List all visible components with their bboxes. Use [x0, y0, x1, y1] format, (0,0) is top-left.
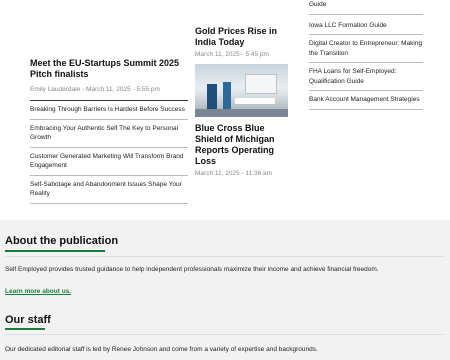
- article-title-gold-prices[interactable]: Gold Prices Rise in India Today: [195, 26, 290, 48]
- about-heading: About the publication: [5, 235, 119, 247]
- staff-heading: Our staff: [5, 314, 51, 326]
- left-link-breaking-barriers[interactable]: Breaking Through Barriers Is Hardest Bef…: [30, 100, 188, 120]
- article-date-bcbs-michigan: March 11, 2025 - 11:36 am: [195, 170, 273, 177]
- right-link-fha-loans[interactable]: FHA Loans for Self-Employed: Qualificati…: [309, 63, 423, 91]
- article-title-bcbs-michigan[interactable]: Blue Cross Blue Shield of Michigan Repor…: [195, 123, 290, 167]
- middle-column: Gold Prices Rise in India Today March 11…: [195, 26, 290, 177]
- article-date-gold-prices: March 11, 2025 - 5:45 pm: [195, 51, 269, 58]
- staff-heading-underline: [5, 328, 45, 330]
- about-heading-underline: [5, 250, 105, 252]
- about-divider: [5, 256, 445, 257]
- staff-description: Our dedicated editorial staff is led by …: [5, 346, 318, 353]
- right-link-bank-account[interactable]: Bank Account Management Strategies: [309, 91, 423, 110]
- about-section: About the publication Self Employed prov…: [0, 220, 450, 310]
- left-column: Meet the EU-Startups Summit 2025 Pitch f…: [30, 58, 188, 204]
- left-link-list: Breaking Through Barriers Is Hardest Bef…: [30, 100, 188, 204]
- staff-divider: [5, 334, 445, 335]
- about-description: Self Employed provides trusted guidance …: [5, 266, 379, 273]
- article-thumbnail-office[interactable]: [195, 64, 288, 117]
- left-link-authentic-self[interactable]: Embracing Your Authentic Self The Key to…: [30, 120, 188, 148]
- right-link-guide[interactable]: Guide: [309, 0, 423, 15]
- right-link-list: Guide Iowa LLC Formation Guide Digital C…: [309, 0, 423, 110]
- article-title-eu-startups[interactable]: Meet the EU-Startups Summit 2025 Pitch f…: [30, 58, 188, 80]
- left-link-self-sabotage[interactable]: Self-Sabotage and Abandonment Issues Sha…: [30, 176, 188, 204]
- right-link-digital-creator[interactable]: Digital Creator to Entrepreneur: Making …: [309, 35, 423, 63]
- staff-section: Our staff Our dedicated editorial staff …: [0, 310, 450, 360]
- learn-more-link[interactable]: Learn more about us.: [5, 288, 71, 295]
- article-byline-eu-startups: Emily Lauderdale - March 11, 2025 - 5:55…: [30, 86, 160, 93]
- left-link-customer-marketing[interactable]: Customer Generated Marketing Will Transf…: [30, 148, 188, 176]
- right-link-iowa-llc[interactable]: Iowa LLC Formation Guide: [309, 15, 423, 35]
